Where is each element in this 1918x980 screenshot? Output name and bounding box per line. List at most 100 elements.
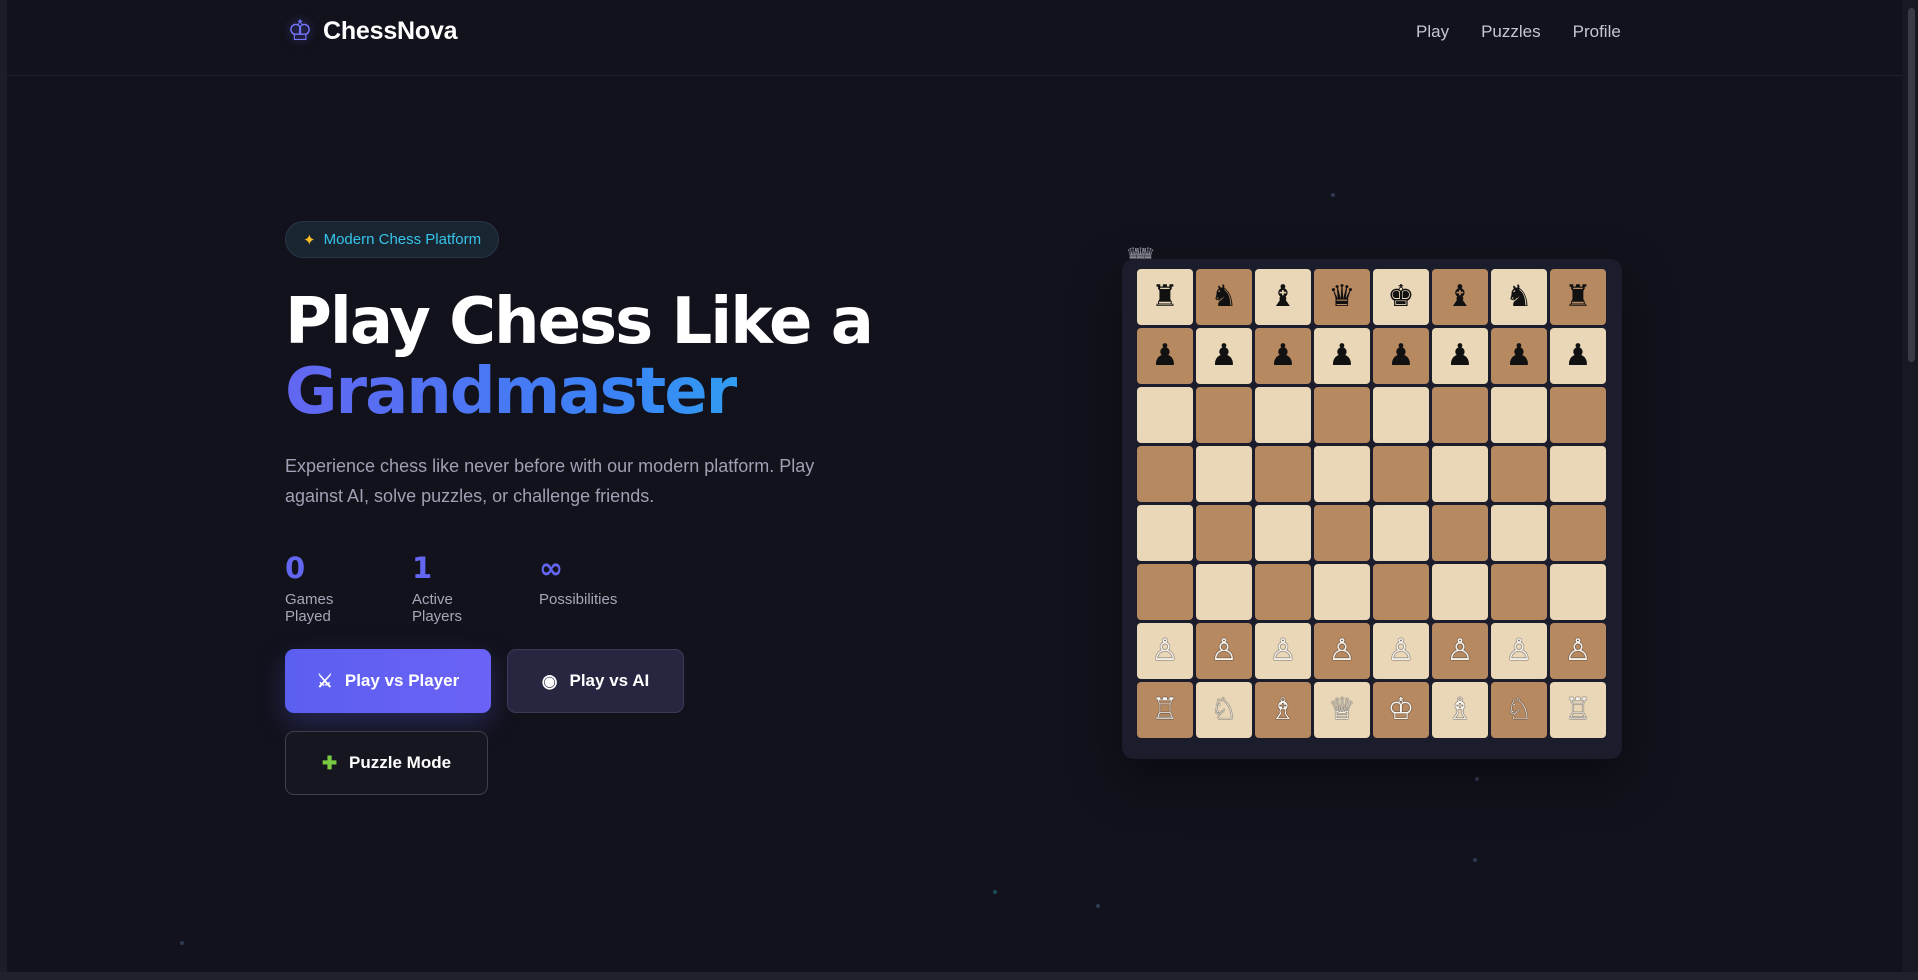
chess-piece[interactable]: ♞: [1211, 282, 1238, 312]
chess-piece[interactable]: ♙: [1565, 636, 1592, 666]
chess-piece[interactable]: ♟: [1152, 341, 1179, 371]
chess-square[interactable]: ♗: [1432, 682, 1488, 738]
chess-square[interactable]: [1550, 564, 1606, 620]
chess-square[interactable]: ♟: [1196, 328, 1252, 384]
play-vs-player-button[interactable]: ⚔ Play vs Player: [285, 649, 491, 713]
chess-piece[interactable]: ♙: [1388, 636, 1415, 666]
chess-square[interactable]: ♙: [1196, 623, 1252, 679]
chess-square[interactable]: [1196, 387, 1252, 443]
chess-square[interactable]: [1255, 505, 1311, 561]
chess-square[interactable]: ♟: [1137, 328, 1193, 384]
chess-piece[interactable]: ♘: [1211, 695, 1238, 725]
chess-square[interactable]: [1373, 564, 1429, 620]
chess-square[interactable]: [1137, 446, 1193, 502]
puzzle-mode-button[interactable]: ✚ Puzzle Mode: [285, 731, 488, 795]
chess-square[interactable]: ♙: [1491, 623, 1547, 679]
chess-piece[interactable]: ♘: [1506, 695, 1533, 725]
chess-square[interactable]: [1314, 505, 1370, 561]
chess-square[interactable]: ♕: [1314, 682, 1370, 738]
chess-square[interactable]: ♟: [1314, 328, 1370, 384]
chess-square[interactable]: [1491, 446, 1547, 502]
chess-square[interactable]: ♙: [1255, 623, 1311, 679]
chess-piece[interactable]: ♟: [1447, 341, 1474, 371]
chess-square[interactable]: [1196, 505, 1252, 561]
chess-square[interactable]: ♛: [1314, 269, 1370, 325]
chess-square[interactable]: [1314, 387, 1370, 443]
chess-square[interactable]: [1137, 564, 1193, 620]
chess-square[interactable]: [1137, 387, 1193, 443]
chess-piece[interactable]: ♜: [1565, 282, 1592, 312]
chess-piece[interactable]: ♕: [1329, 695, 1356, 725]
chess-piece[interactable]: ♙: [1329, 636, 1356, 666]
chess-piece[interactable]: ♟: [1211, 341, 1238, 371]
chess-square[interactable]: [1373, 446, 1429, 502]
chess-piece[interactable]: ♟: [1329, 341, 1356, 371]
chess-square[interactable]: ♟: [1373, 328, 1429, 384]
chess-square[interactable]: ♘: [1491, 682, 1547, 738]
chess-square[interactable]: ♝: [1255, 269, 1311, 325]
nav-play[interactable]: Play: [1416, 22, 1449, 42]
play-vs-ai-button[interactable]: ◉ Play vs AI: [507, 649, 684, 713]
chess-piece[interactable]: ♙: [1152, 636, 1179, 666]
chess-square[interactable]: [1255, 446, 1311, 502]
chess-square[interactable]: ♞: [1491, 269, 1547, 325]
chess-square[interactable]: [1196, 564, 1252, 620]
chess-square[interactable]: [1550, 387, 1606, 443]
chess-piece[interactable]: ♛: [1329, 282, 1356, 312]
chess-square[interactable]: [1550, 505, 1606, 561]
chess-square[interactable]: [1432, 505, 1488, 561]
chess-square[interactable]: ♟: [1255, 328, 1311, 384]
chess-piece[interactable]: ♝: [1447, 282, 1474, 312]
chess-piece[interactable]: ♟: [1270, 341, 1297, 371]
chess-piece[interactable]: ♗: [1447, 695, 1474, 725]
chess-piece[interactable]: ♜: [1152, 282, 1179, 312]
chess-square[interactable]: ♗: [1255, 682, 1311, 738]
chess-square[interactable]: [1550, 446, 1606, 502]
chess-square[interactable]: ♞: [1196, 269, 1252, 325]
chess-square[interactable]: ♚: [1373, 269, 1429, 325]
chess-square[interactable]: [1491, 505, 1547, 561]
chess-piece[interactable]: ♝: [1270, 282, 1297, 312]
nav-profile[interactable]: Profile: [1573, 22, 1621, 42]
chess-piece[interactable]: ♗: [1270, 695, 1297, 725]
chess-square[interactable]: [1137, 505, 1193, 561]
chess-square[interactable]: ♖: [1137, 682, 1193, 738]
chess-piece[interactable]: ♚: [1388, 282, 1415, 312]
chess-square[interactable]: ♟: [1491, 328, 1547, 384]
chess-square[interactable]: [1255, 564, 1311, 620]
chess-square[interactable]: [1432, 446, 1488, 502]
chess-square[interactable]: [1314, 564, 1370, 620]
chess-square[interactable]: [1491, 564, 1547, 620]
chess-square[interactable]: ♟: [1550, 328, 1606, 384]
chess-piece[interactable]: ♙: [1211, 636, 1238, 666]
chess-square[interactable]: [1432, 387, 1488, 443]
chess-square[interactable]: ♟: [1432, 328, 1488, 384]
chess-square[interactable]: ♜: [1137, 269, 1193, 325]
chess-piece[interactable]: ♔: [1388, 695, 1415, 725]
chess-square[interactable]: ♔: [1373, 682, 1429, 738]
chess-square[interactable]: ♙: [1432, 623, 1488, 679]
chess-board[interactable]: ♜ ♞ ♝ ♛ ♚ ♝ ♞ ♜ ♟ ♟ ♟ ♟ ♟ ♟ ♟ ♟ ♙ ♙ ♙ ♙ ♙ ♙ ♙ ♙ ♖ ♘ ♗ ♕ ♔ ♗ ♘ ♖: [1137, 269, 1609, 741]
chess-square[interactable]: ♙: [1550, 623, 1606, 679]
chess-square[interactable]: ♝: [1432, 269, 1488, 325]
chess-square[interactable]: ♙: [1137, 623, 1193, 679]
chess-square[interactable]: ♖: [1550, 682, 1606, 738]
chess-square[interactable]: [1255, 387, 1311, 443]
chess-piece[interactable]: ♟: [1506, 341, 1533, 371]
chess-piece[interactable]: ♙: [1506, 636, 1533, 666]
chess-square[interactable]: ♙: [1373, 623, 1429, 679]
chess-square[interactable]: [1314, 446, 1370, 502]
chess-square[interactable]: [1373, 387, 1429, 443]
scrollbar-thumb[interactable]: [1908, 8, 1915, 362]
chess-piece[interactable]: ♖: [1565, 695, 1592, 725]
brand-link[interactable]: ♔ ChessNova: [285, 16, 457, 46]
chess-piece[interactable]: ♖: [1152, 695, 1179, 725]
chess-square[interactable]: ♜: [1550, 269, 1606, 325]
chess-piece[interactable]: ♙: [1447, 636, 1474, 666]
chess-square[interactable]: [1196, 446, 1252, 502]
chess-piece[interactable]: ♟: [1388, 341, 1415, 371]
chess-piece[interactable]: ♞: [1506, 282, 1533, 312]
chess-square[interactable]: [1491, 387, 1547, 443]
chess-square[interactable]: ♘: [1196, 682, 1252, 738]
chess-piece[interactable]: ♟: [1565, 341, 1592, 371]
